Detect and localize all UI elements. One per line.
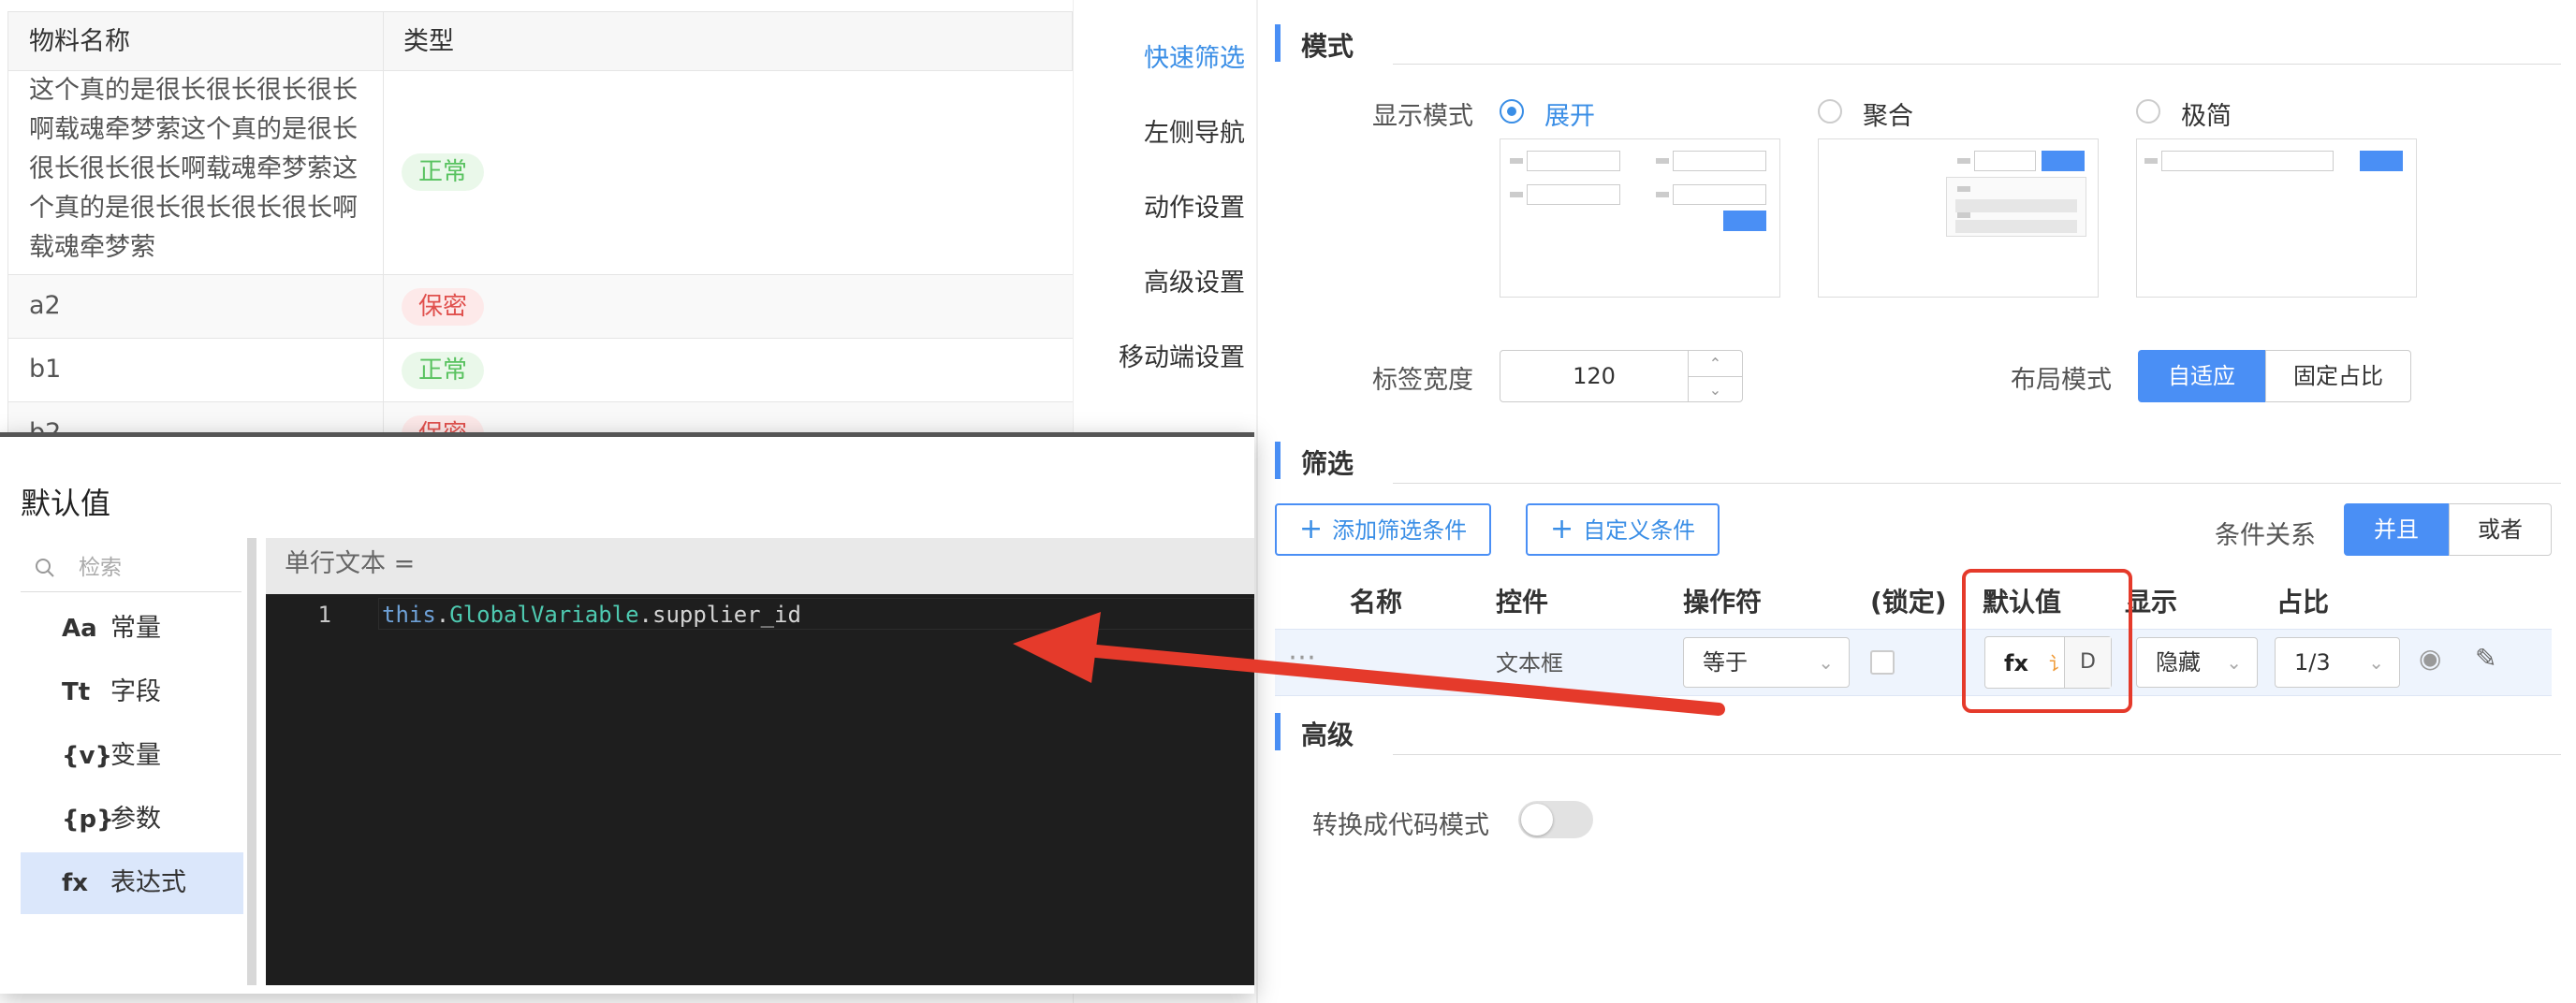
col-header-display: 显示	[2125, 587, 2178, 618]
relation-and-button[interactable]: 并且	[2344, 503, 2449, 556]
table-header: 物料名称 类型	[7, 11, 1073, 71]
chevron-up-icon[interactable]: ⌃	[1689, 351, 1742, 376]
status-tag: 正常	[402, 352, 485, 389]
section-title-advanced: 高级	[1301, 720, 1354, 750]
preview-minimal[interactable]	[2136, 138, 2417, 298]
lock-checkbox[interactable]	[1870, 650, 1895, 675]
parameter-icon: {p}	[62, 806, 114, 834]
chevron-down-icon[interactable]: ⌄	[1689, 376, 1742, 401]
radio-minimal-label[interactable]: 极简	[2181, 95, 2232, 132]
status-tag: 保密	[402, 288, 485, 326]
label-width-stepper[interactable]: ⌃ ⌄	[1688, 351, 1742, 401]
section-rule	[1393, 64, 2561, 65]
category-variable[interactable]: {v} 变量	[21, 725, 243, 787]
label-width-input[interactable]: 120 ⌃ ⌄	[1500, 350, 1743, 402]
annotation-highlight-box	[1962, 569, 2132, 713]
operator-select[interactable]: 等于 ⌄	[1683, 637, 1850, 688]
column-divider	[383, 11, 384, 440]
cell-material-name: b1	[29, 355, 62, 384]
table-row[interactable]: b1 正常	[7, 339, 1073, 402]
col-header-operator: 操作符	[1683, 587, 1763, 618]
chevron-down-icon: ⌄	[2226, 651, 2242, 674]
preview-expand[interactable]	[1500, 138, 1780, 298]
radio-aggregate[interactable]	[1818, 99, 1842, 124]
preview-aggregate[interactable]	[1818, 138, 2099, 298]
variable-icon: {v}	[62, 742, 112, 770]
layout-adaptive-button[interactable]: 自适应	[2138, 350, 2265, 402]
label-width-value[interactable]: 120	[1500, 351, 1688, 401]
dialog-title: 默认值	[21, 486, 111, 521]
radio-expand-label[interactable]: 展开	[1544, 95, 1595, 132]
plus-icon: +	[1299, 513, 1324, 545]
code-mode-label: 转换成代码模式	[1312, 811, 1489, 840]
control-type-text: 文本框	[1496, 650, 1563, 676]
filter-row[interactable]: ⋯ 文本框 等于 ⌄ 隐藏 ⌄ 1/3 ⌄ ◉ ✎	[1275, 629, 2552, 696]
sidebar-scrollbar[interactable]	[247, 538, 256, 985]
radio-expand[interactable]	[1500, 99, 1524, 124]
expression-icon: fx	[62, 869, 89, 897]
section-title-filter: 筛选	[1301, 448, 1354, 479]
display-mode-label: 显示模式	[1372, 102, 1473, 131]
layout-fixed-ratio-button[interactable]: 固定占比	[2265, 350, 2411, 402]
nav-item-action-settings[interactable]: 动作设置	[1144, 187, 1245, 224]
layout-mode-label: 布局模式	[2011, 366, 2112, 395]
col-header-control: 控件	[1496, 587, 1549, 618]
cell-material-name: 这个真的是很长很长很长很长啊载魂牵梦萦这个真的是很长很长很长很长啊载魂牵梦萦这个…	[29, 76, 358, 262]
constant-icon: Aa	[62, 615, 97, 643]
content-divider	[1256, 0, 1258, 1003]
nav-item-quick-filter[interactable]: 快速筛选	[1144, 37, 1245, 74]
relation-label: 条件关系	[2215, 521, 2316, 550]
table-row[interactable]: a2 保密	[7, 275, 1073, 339]
status-tag: 正常	[402, 153, 485, 191]
col-header-ratio: 占比	[2276, 587, 2330, 618]
custom-condition-button[interactable]: + 自定义条件	[1526, 503, 1720, 556]
radio-aggregate-label[interactable]: 聚合	[1863, 95, 1913, 132]
section-rule	[1393, 483, 2561, 484]
search-input[interactable]: 检索	[21, 544, 242, 592]
chevron-down-icon: ⌄	[2368, 651, 2384, 674]
code-mode-toggle[interactable]	[1518, 801, 1593, 838]
code-line[interactable]: this.GlobalVariable.supplier_id	[382, 602, 801, 628]
col-header-locked: (锁定)	[1870, 587, 1947, 618]
delete-icon[interactable]: ◉	[2419, 643, 2441, 674]
cell-material-name: a2	[29, 291, 61, 320]
nav-item-mobile-settings[interactable]: 移动端设置	[1119, 337, 1245, 373]
nav-item-advanced-settings[interactable]: 高级设置	[1144, 262, 1245, 298]
search-placeholder: 检索	[79, 556, 122, 580]
relation-or-button[interactable]: 或者	[2449, 503, 2552, 556]
label-width-label: 标签宽度	[1372, 366, 1473, 395]
section-rule	[1393, 754, 2561, 755]
radio-minimal[interactable]	[2136, 99, 2160, 124]
line-number: 1	[317, 602, 331, 628]
col-header-type: 类型	[403, 27, 454, 56]
display-select[interactable]: 隐藏 ⌄	[2136, 637, 2258, 688]
editor-header: 单行文本 =	[266, 538, 1254, 594]
material-table: 物料名称 类型 这个真的是很长很长很长很长啊载魂牵梦萦这个真的是很长很长很长很长…	[0, 0, 1073, 466]
section-marker	[1275, 24, 1281, 62]
plus-icon: +	[1550, 513, 1574, 545]
drag-handle-icon[interactable]: ⋯	[1288, 641, 1316, 674]
col-header-name: 名称	[1350, 587, 1403, 618]
field-icon: Tt	[62, 678, 91, 706]
chevron-down-icon: ⌄	[1818, 651, 1834, 674]
section-title-mode: 模式	[1301, 31, 1354, 62]
nav-item-left-nav[interactable]: 左侧导航	[1144, 112, 1245, 149]
section-marker	[1275, 442, 1281, 479]
category-field[interactable]: Tt 字段	[21, 661, 243, 723]
code-editor[interactable]: 1 this.GlobalVariable.supplier_id	[266, 594, 1254, 985]
category-expression[interactable]: fx 表达式	[21, 852, 243, 914]
category-constant[interactable]: Aa 常量	[21, 598, 243, 660]
search-icon	[36, 559, 54, 577]
default-value-dialog: 默认值 检索 Aa 常量 Tt 字段 {v} 变量 {p} 参数 fx 表达式 …	[0, 432, 1254, 994]
ratio-select[interactable]: 1/3 ⌄	[2275, 637, 2400, 688]
category-parameter[interactable]: {p} 参数	[21, 789, 243, 850]
add-filter-button[interactable]: + 添加筛选条件	[1275, 503, 1492, 556]
table-row[interactable]: 这个真的是很长很长很长很长啊载魂牵梦萦这个真的是很长很长很长很长啊载魂牵梦萦这个…	[7, 71, 1073, 275]
col-header-name: 物料名称	[29, 27, 130, 56]
edit-icon[interactable]: ✎	[2475, 643, 2496, 674]
section-marker	[1275, 713, 1281, 750]
